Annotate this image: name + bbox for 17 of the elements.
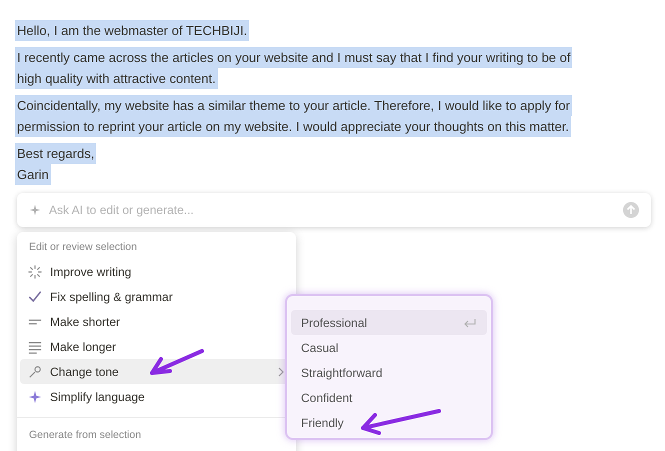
menu-item[interactable]: Simplify language: [20, 384, 293, 409]
menu-item[interactable]: Straightforward: [291, 360, 487, 385]
sparkle-icon: [28, 390, 42, 404]
checkmark-icon: [28, 290, 42, 304]
sparkle-icon: [29, 204, 41, 216]
menu-item[interactable]: Make shorter: [20, 309, 293, 334]
menu-item[interactable]: Make longer: [20, 334, 293, 359]
menu-item[interactable]: Fix spelling & grammar: [20, 284, 293, 309]
long-lines-icon: [28, 340, 42, 354]
enter-key-icon: [463, 318, 477, 328]
menu-item[interactable]: Professional: [291, 310, 487, 335]
menu-item[interactable]: Casual: [291, 335, 487, 360]
ai-prompt-field[interactable]: Ask AI to edit or generate...: [49, 201, 615, 219]
sparkle-burst-icon: [28, 264, 42, 278]
section-title: Edit or review selection: [28, 240, 138, 255]
menu-item[interactable]: Improve writing: [20, 259, 293, 284]
menu-item[interactable]: Confident: [291, 385, 487, 410]
